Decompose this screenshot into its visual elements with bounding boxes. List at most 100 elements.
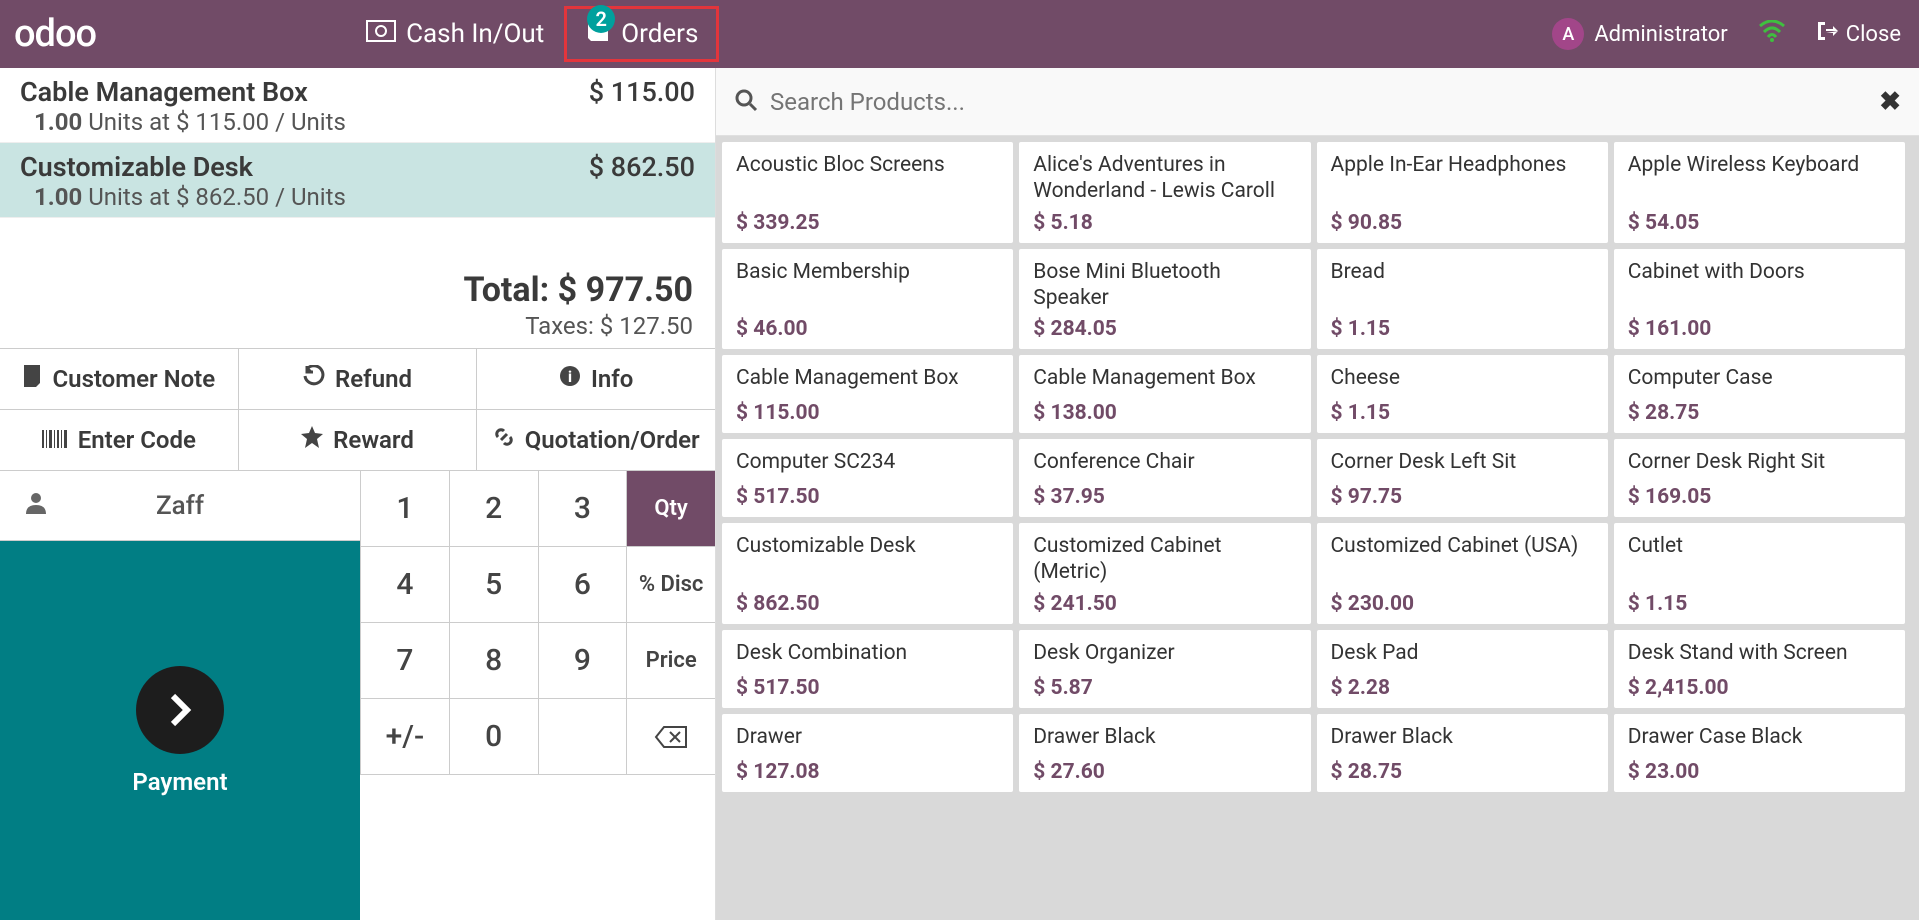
product-price: $ 46.00	[736, 317, 999, 341]
info-icon: i	[559, 365, 581, 393]
quotation-order-button[interactable]: Quotation/Order	[477, 410, 715, 470]
customer-name: Zaff	[156, 491, 204, 521]
orders-button[interactable]: 2 Orders	[564, 6, 719, 62]
key-6[interactable]: 6	[538, 547, 627, 623]
product-price: $ 230.00	[1331, 592, 1594, 616]
product-card[interactable]: Alice's Adventures in Wonderland - Lewis…	[1019, 142, 1310, 243]
search-input[interactable]	[770, 88, 1879, 116]
product-card[interactable]: Cable Management Box$ 138.00	[1019, 355, 1310, 433]
line-price: $ 862.50	[589, 151, 695, 183]
product-card[interactable]: Corner Desk Left Sit$ 97.75	[1317, 439, 1608, 517]
product-name: Apple Wireless Keyboard	[1628, 152, 1891, 178]
key-9[interactable]: 9	[538, 623, 627, 699]
key-3[interactable]: 3	[538, 471, 627, 547]
product-card[interactable]: Desk Stand with Screen$ 2,415.00	[1614, 630, 1905, 708]
key-7[interactable]: 7	[360, 623, 449, 699]
refund-button[interactable]: Refund	[239, 349, 478, 409]
product-card[interactable]: Customized Cabinet (USA)$ 230.00	[1317, 523, 1608, 624]
cash-in-out-button[interactable]: Cash In/Out	[346, 0, 564, 68]
product-price: $ 90.85	[1331, 211, 1594, 235]
mode-disc-button[interactable]: % Disc	[626, 547, 715, 623]
product-price: $ 169.05	[1628, 485, 1891, 509]
order-line[interactable]: Cable Management Box$ 115.001.00 Units a…	[0, 68, 715, 143]
mode-price-button[interactable]: Price	[626, 623, 715, 699]
product-card[interactable]: Computer Case $ 28.75	[1614, 355, 1905, 433]
product-name: Bose Mini Bluetooth Speaker	[1033, 259, 1296, 312]
product-card[interactable]: Acoustic Bloc Screens$ 339.25	[722, 142, 1013, 243]
product-card[interactable]: Customized Cabinet (Metric)$ 241.50	[1019, 523, 1310, 624]
product-price: $ 28.75	[1628, 401, 1891, 425]
product-card[interactable]: Bread$ 1.15	[1317, 249, 1608, 350]
product-card[interactable]: Basic Membership$ 46.00	[722, 249, 1013, 350]
key-dot[interactable]	[538, 699, 627, 775]
product-card[interactable]: Customizable Desk$ 862.50	[722, 523, 1013, 624]
total-amount: Total: $ 977.50	[22, 270, 693, 310]
product-price: $ 517.50	[736, 485, 999, 509]
line-detail: 1.00 Units at $ 115.00 / Units	[20, 108, 695, 136]
totals: Total: $ 977.50 Taxes: $ 127.50	[0, 256, 715, 348]
product-name: Alice's Adventures in Wonderland - Lewis…	[1033, 152, 1296, 205]
product-name: Cable Management Box	[736, 365, 999, 391]
avatar[interactable]: A	[1552, 18, 1584, 50]
order-line[interactable]: Customizable Desk$ 862.501.00 Units at $…	[0, 143, 715, 218]
product-name: Corner Desk Left Sit	[1331, 449, 1594, 475]
product-card[interactable]: Corner Desk Right Sit $ 169.05	[1614, 439, 1905, 517]
product-name: Drawer	[736, 724, 999, 750]
product-name: Bread	[1331, 259, 1594, 285]
product-name: Conference Chair	[1033, 449, 1296, 475]
product-name: Cutlet	[1628, 533, 1891, 559]
product-price: $ 862.50	[736, 592, 999, 616]
product-name: Computer SC234	[736, 449, 999, 475]
admin-name[interactable]: Administrator	[1594, 22, 1727, 47]
product-card[interactable]: Desk Organizer$ 5.87	[1019, 630, 1310, 708]
product-price: $ 2.28	[1331, 676, 1594, 700]
key-backspace[interactable]	[626, 699, 715, 775]
key-2[interactable]: 2	[449, 471, 538, 547]
product-card[interactable]: Cutlet$ 1.15	[1614, 523, 1905, 624]
product-card[interactable]: Desk Combination$ 517.50	[722, 630, 1013, 708]
product-card[interactable]: Conference Chair $ 37.95	[1019, 439, 1310, 517]
link-icon	[493, 426, 515, 454]
orders-label: Orders	[621, 19, 698, 49]
product-price: $ 339.25	[736, 211, 999, 235]
product-card[interactable]: Apple In-Ear Headphones$ 90.85	[1317, 142, 1608, 243]
key-4[interactable]: 4	[360, 547, 449, 623]
product-card[interactable]: Cabinet with Doors$ 161.00	[1614, 249, 1905, 350]
product-card[interactable]: Drawer Black$ 27.60	[1019, 714, 1310, 792]
search-icon	[734, 88, 758, 116]
note-icon	[22, 365, 42, 393]
order-panel: Cable Management Box$ 115.001.00 Units a…	[0, 68, 716, 920]
product-card[interactable]: Drawer Case Black$ 23.00	[1614, 714, 1905, 792]
odoo-logo: odoo	[14, 12, 96, 56]
product-card[interactable]: Drawer Black$ 28.75	[1317, 714, 1608, 792]
customer-note-button[interactable]: Customer Note	[0, 349, 239, 409]
reward-button[interactable]: Reward	[239, 410, 478, 470]
search-clear-button[interactable]: ✖	[1879, 87, 1901, 117]
product-card[interactable]: Apple Wireless Keyboard$ 54.05	[1614, 142, 1905, 243]
enter-code-button[interactable]: Enter Code	[0, 410, 239, 470]
payment-button[interactable]: Payment	[0, 541, 360, 920]
close-button[interactable]: Close	[1816, 20, 1901, 48]
product-name: Computer Case	[1628, 365, 1891, 391]
product-card[interactable]: Drawer$ 127.08	[722, 714, 1013, 792]
product-grid: Acoustic Bloc Screens$ 339.25 Alice's Adv…	[716, 136, 1919, 920]
key-plus-minus[interactable]: +/-	[360, 699, 449, 775]
product-card[interactable]: Computer SC234 $ 517.50	[722, 439, 1013, 517]
product-price: $ 28.75	[1331, 760, 1594, 784]
mode-qty-button[interactable]: Qty	[626, 471, 715, 547]
key-5[interactable]: 5	[449, 547, 538, 623]
product-price: $ 37.95	[1033, 485, 1296, 509]
key-1[interactable]: 1	[360, 471, 449, 547]
product-card[interactable]: Cheese$ 1.15	[1317, 355, 1608, 433]
product-card[interactable]: Bose Mini Bluetooth Speaker$ 284.05	[1019, 249, 1310, 350]
product-card[interactable]: Desk Pad$ 2.28	[1317, 630, 1608, 708]
info-button[interactable]: i Info	[477, 349, 715, 409]
key-0[interactable]: 0	[449, 699, 538, 775]
customer-button[interactable]: Zaff	[0, 471, 360, 541]
product-name: Corner Desk Right Sit	[1628, 449, 1891, 475]
key-8[interactable]: 8	[449, 623, 538, 699]
product-card[interactable]: Cable Management Box$ 115.00	[722, 355, 1013, 433]
numpad: 1 2 3 Qty 4 5 6 % Disc 7 8 9 Price +/- 0	[360, 471, 715, 920]
product-price: $ 1.15	[1331, 401, 1594, 425]
product-name: Desk Stand with Screen	[1628, 640, 1891, 666]
